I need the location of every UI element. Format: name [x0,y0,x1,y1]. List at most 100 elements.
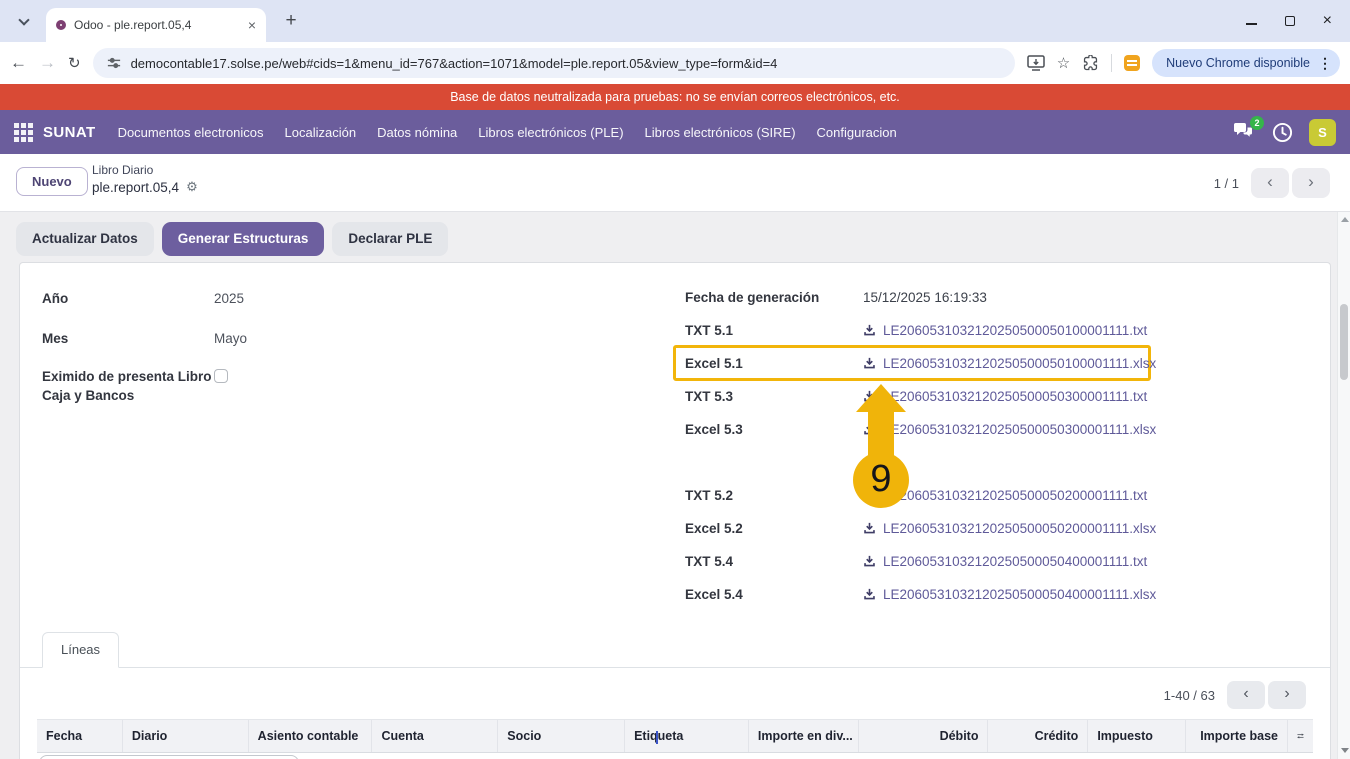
column-header-debito[interactable]: Débito [859,720,989,752]
file-label: TXT 5.2 [685,488,863,503]
form-left-column: Año 2025 Mes Mayo Eximido de presenta Li… [42,281,472,411]
month-value[interactable]: Mayo [214,331,247,346]
month-label: Mes [42,329,214,348]
gear-icon[interactable]: ⚙ [186,179,198,195]
file-name: LE2060531032120250500050300001111.xlsx [883,422,1156,437]
file-download-link[interactable]: LE2060531032120250500050400001111.xlsx [863,587,1156,602]
browser-menu-icon[interactable]: ⋮ [1318,55,1332,72]
annotation-arrow-shaft [868,408,894,458]
new-record-button[interactable]: Nuevo [16,167,88,196]
column-header-fecha[interactable]: Fecha [37,720,123,752]
optional-columns-button[interactable] [1288,720,1313,752]
column-header-etiqueta[interactable]: Etiqueta [625,720,749,752]
download-icon [863,588,876,601]
scrollbar-down-arrow[interactable] [1341,748,1349,753]
nav-item-libros-ple[interactable]: Libros electrónicos (PLE) [478,125,623,140]
tune-icon [107,56,121,70]
nav-item-documentos[interactable]: Documentos electronicos [118,125,264,140]
extensions-icon[interactable] [1082,55,1099,72]
column-header-importe-base[interactable]: Importe base [1186,720,1288,752]
year-value[interactable]: 2025 [214,291,244,306]
file-download-link[interactable]: LE2060531032120250500050200001111.xlsx [863,521,1156,536]
tab-close-icon[interactable]: × [248,18,256,32]
generation-row: Fecha de generación 15/12/2025 16:19:33 [685,281,1185,314]
activities-clock-icon[interactable] [1272,122,1293,143]
generar-estructuras-button[interactable]: Generar Estructuras [162,222,325,256]
window-controls: × [1246,0,1342,42]
column-header-socio[interactable]: Socio [498,720,625,752]
window-maximize-button[interactable] [1285,16,1295,26]
download-icon [863,522,876,535]
file-download-link[interactable]: LE2060531032120250500050100001111.txt [863,323,1147,338]
toolbar-divider [1111,54,1112,72]
scrollbar-up-arrow[interactable] [1341,217,1349,222]
nav-item-configuracion[interactable]: Configuracion [817,125,897,140]
install-icon[interactable] [1027,55,1045,71]
messages-button[interactable]: 2 [1232,122,1256,142]
column-header-asiento[interactable]: Asiento contable [249,720,373,752]
orange-extension-icon[interactable] [1124,55,1140,71]
window-minimize-button[interactable] [1246,23,1257,25]
reload-button[interactable]: ↻ [68,54,81,72]
breadcrumb-parent[interactable]: Libro Diario [92,163,198,177]
record-name: ple.report.05,4 [92,180,179,195]
app-brand[interactable]: SUNAT [43,124,96,141]
record-pager-prev-button[interactable]: ‹ [1251,168,1289,198]
tab-lineas[interactable]: Líneas [42,632,119,668]
record-pager-next-button[interactable]: › [1292,168,1330,198]
file-name: LE2060531032120250500050200001111.xlsx [883,521,1156,536]
user-avatar[interactable]: S [1309,119,1336,146]
file-label: TXT 5.3 [685,389,863,404]
file-download-link[interactable]: LE2060531032120250500050400001111.txt [863,554,1147,569]
table-row[interactable] [37,754,1313,759]
chrome-update-button[interactable]: Nuevo Chrome disponible ⋮ [1152,49,1340,77]
file-label: Excel 5.2 [685,521,863,536]
new-tab-button[interactable]: + [278,8,304,34]
apps-grid-icon[interactable] [14,123,33,142]
file-row-excel-5-1: Excel 5.1 LE2060531032120250500050100001… [685,347,1185,380]
file-name: LE2060531032120250500050100001111.xlsx [883,356,1156,371]
file-row-txt-5-2: TXT 5.2 LE206053103212025050005020000111… [685,479,1185,512]
actualizar-datos-button[interactable]: Actualizar Datos [16,222,154,256]
file-row-excel-5-2: Excel 5.2 LE2060531032120250500050200001… [685,512,1185,545]
bookmark-star-icon[interactable]: ☆ [1057,54,1070,72]
back-button[interactable]: ← [10,53,27,73]
column-header-credito[interactable]: Crédito [988,720,1088,752]
file-name: LE2060531032120250500050200001111.txt [883,488,1147,503]
nav-item-libros-sire[interactable]: Libros electrónicos (SIRE) [645,125,796,140]
exempt-checkbox[interactable] [214,369,228,383]
file-download-link[interactable]: LE2060531032120250500050300001111.xlsx [863,422,1156,437]
record-pager-count: 1 / 1 [1214,176,1239,191]
form-sheet: Año 2025 Mes Mayo Eximido de presenta Li… [19,262,1331,759]
file-download-link[interactable]: LE2060531032120250500050100001111.xlsx [863,356,1156,371]
page-scrollbar[interactable] [1337,212,1350,759]
chevron-down-icon [18,14,29,25]
generation-label: Fecha de generación [685,290,863,305]
tab-search-button[interactable] [10,8,38,34]
declarar-ple-button[interactable]: Declarar PLE [332,222,448,256]
annotation-step-badge: 9 [853,452,909,508]
file-label: TXT 5.4 [685,554,863,569]
address-bar[interactable]: democontable17.solse.pe/web#cids=1&menu_… [93,48,1015,78]
test-banner-text: Base de datos neutralizada para pruebas:… [450,90,900,104]
window-close-button[interactable]: × [1323,13,1332,29]
editing-cell[interactable] [39,755,299,759]
nav-item-localizacion[interactable]: Localización [285,125,357,140]
browser-tabstrip: Odoo - ple.report.05,4 × + × [0,0,1350,42]
lines-table-header: Fecha Diario Asiento contable Cuenta Soc… [37,719,1313,753]
nav-item-datos-nomina[interactable]: Datos nómina [377,125,457,140]
list-pager-next-button[interactable]: › [1268,681,1306,709]
column-header-importe-div[interactable]: Importe en div... [749,720,859,752]
messages-count-badge: 2 [1250,116,1264,130]
odoo-favicon-icon [56,20,66,30]
browser-toolbar: ← → ↻ democontable17.solse.pe/web#cids=1… [0,42,1350,84]
browser-tab-active[interactable]: Odoo - ple.report.05,4 × [46,8,266,42]
column-header-impuesto[interactable]: Impuesto [1088,720,1186,752]
forward-button[interactable]: → [39,53,56,73]
file-label: Excel 5.1 [685,356,863,371]
column-header-cuenta[interactable]: Cuenta [372,720,498,752]
exempt-row: Eximido de presenta Libro Caja y Bancos [42,361,472,405]
list-pager-prev-button[interactable]: ‹ [1227,681,1265,709]
scrollbar-thumb[interactable] [1340,304,1348,380]
column-header-diario[interactable]: Diario [123,720,249,752]
